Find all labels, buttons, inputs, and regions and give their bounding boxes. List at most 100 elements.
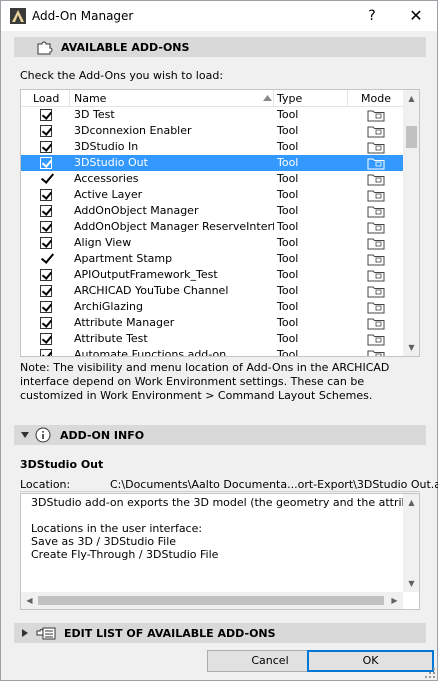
help-button[interactable]: ? bbox=[355, 3, 389, 29]
column-divider bbox=[273, 90, 274, 107]
column-type[interactable]: Type bbox=[277, 92, 302, 105]
mode-folder-icon[interactable] bbox=[367, 140, 385, 154]
addons-rows: 3D Test Tool 3Dconnexion Enabler Tool 3DStud… bbox=[21, 107, 403, 357]
expand-arrow-icon bbox=[22, 629, 28, 637]
load-checkbox[interactable] bbox=[40, 349, 52, 356]
addon-name: ArchiGlazing bbox=[74, 300, 143, 313]
addon-type: Tool bbox=[277, 284, 299, 297]
load-checkbox[interactable] bbox=[40, 285, 52, 297]
window-title: Add-On Manager bbox=[32, 9, 134, 23]
addon-row[interactable]: Apartment Stamp Tool bbox=[21, 251, 403, 267]
load-checkbox[interactable] bbox=[40, 237, 52, 249]
mode-folder-icon[interactable] bbox=[367, 252, 385, 266]
load-checkbox[interactable] bbox=[40, 205, 52, 217]
addon-row[interactable]: AddOnObject Manager ReserveInterf... Tool bbox=[21, 219, 403, 235]
addons-list[interactable]: Load Name Type Mode 3D Test Tool 3Dconnexi… bbox=[20, 89, 420, 357]
addon-type: Tool bbox=[277, 220, 299, 233]
column-divider bbox=[69, 90, 70, 107]
addon-row[interactable]: ARCHICAD YouTube Channel Tool bbox=[21, 283, 403, 299]
scroll-thumb[interactable] bbox=[38, 596, 384, 605]
addon-name: APIOutputFramework_Test bbox=[74, 268, 218, 281]
scroll-left-arrow-icon[interactable]: ◀ bbox=[21, 592, 38, 609]
mode-folder-icon[interactable] bbox=[367, 108, 385, 122]
load-checkbox[interactable] bbox=[40, 317, 52, 329]
addon-name: 3DStudio In bbox=[74, 140, 139, 153]
mode-folder-icon[interactable] bbox=[367, 156, 385, 170]
load-checkbox[interactable] bbox=[40, 125, 52, 137]
mode-folder-icon[interactable] bbox=[367, 124, 385, 138]
mode-folder-icon[interactable] bbox=[367, 188, 385, 202]
addon-name: AddOnObject Manager ReserveInterf... bbox=[74, 220, 274, 233]
mode-folder-icon[interactable] bbox=[367, 268, 385, 282]
addon-description-box[interactable]: 3DStudio add-on exports the 3D model (th… bbox=[20, 493, 420, 610]
addon-row[interactable]: Align View Tool bbox=[21, 235, 403, 251]
mode-folder-icon[interactable] bbox=[367, 172, 385, 186]
load-checkbox[interactable] bbox=[40, 157, 52, 169]
addon-row[interactable]: 3D Test Tool bbox=[21, 107, 403, 123]
scroll-down-arrow-icon[interactable]: ▼ bbox=[403, 339, 419, 356]
addon-info-title: ADD-ON INFO bbox=[60, 428, 145, 442]
scroll-up-arrow-icon[interactable]: ▲ bbox=[403, 90, 419, 107]
load-checkbox[interactable] bbox=[40, 333, 52, 345]
edit-list-header[interactable]: EDIT LIST OF AVAILABLE ADD-ONS bbox=[14, 623, 426, 643]
addon-row[interactable]: Active Layer Tool bbox=[21, 187, 403, 203]
resize-grip-icon[interactable] bbox=[425, 668, 435, 678]
addon-name: Automate Functions add-on bbox=[74, 348, 227, 357]
addon-type: Tool bbox=[277, 140, 299, 153]
load-checkbox[interactable] bbox=[40, 269, 52, 281]
list-scrollbar[interactable]: ▲ ▼ bbox=[403, 90, 419, 356]
loaded-checkmark-icon[interactable] bbox=[41, 252, 53, 264]
load-checkbox[interactable] bbox=[40, 221, 52, 233]
scroll-thumb[interactable] bbox=[406, 126, 417, 148]
available-addons-header[interactable]: AVAILABLE ADD-ONS bbox=[14, 37, 426, 57]
addon-name: Align View bbox=[74, 236, 132, 249]
addon-row[interactable]: AddOnObject Manager Tool bbox=[21, 203, 403, 219]
ok-button[interactable]: OK bbox=[307, 650, 434, 672]
load-instruction: Check the Add-Ons you wish to load: bbox=[20, 69, 224, 82]
addon-row[interactable]: Automate Functions add-on Tool bbox=[21, 347, 403, 357]
puzzle-icon bbox=[37, 41, 53, 55]
column-mode[interactable]: Mode bbox=[361, 92, 391, 105]
info-icon bbox=[35, 427, 51, 443]
addon-row[interactable]: 3DStudio In Tool bbox=[21, 139, 403, 155]
load-checkbox[interactable] bbox=[40, 109, 52, 121]
addon-row[interactable]: ArchiGlazing Tool bbox=[21, 299, 403, 315]
addon-row[interactable]: 3Dconnexion Enabler Tool bbox=[21, 123, 403, 139]
addon-row[interactable]: Attribute Manager Tool bbox=[21, 315, 403, 331]
edit-list-title: EDIT LIST OF AVAILABLE ADD-ONS bbox=[64, 626, 276, 640]
mode-folder-icon[interactable] bbox=[367, 316, 385, 330]
close-button[interactable]: ✕ bbox=[399, 3, 433, 29]
mode-folder-icon[interactable] bbox=[367, 332, 385, 346]
collapse-arrow-icon bbox=[21, 432, 29, 438]
addon-row[interactable]: Accessories Tool bbox=[21, 171, 403, 187]
addon-info-header[interactable]: ADD-ON INFO bbox=[14, 425, 426, 445]
addon-description: 3DStudio add-on exports the 3D model (th… bbox=[31, 496, 419, 561]
addon-row[interactable]: Attribute Test Tool bbox=[21, 331, 403, 347]
description-horizontal-scrollbar[interactable]: ◀ ▶ bbox=[21, 592, 403, 609]
load-checkbox[interactable] bbox=[40, 189, 52, 201]
mode-folder-icon[interactable] bbox=[367, 300, 385, 314]
loaded-checkmark-icon[interactable] bbox=[41, 172, 53, 184]
edit-list-icon bbox=[36, 627, 56, 640]
column-load[interactable]: Load bbox=[33, 92, 59, 105]
load-checkbox[interactable] bbox=[40, 141, 52, 153]
column-name[interactable]: Name bbox=[74, 92, 106, 105]
mode-folder-icon[interactable] bbox=[367, 284, 385, 298]
scroll-up-arrow-icon[interactable]: ▲ bbox=[403, 494, 419, 511]
addon-name: ARCHICAD YouTube Channel bbox=[74, 284, 229, 297]
addon-name: Attribute Manager bbox=[74, 316, 175, 329]
archicad-app-icon bbox=[10, 8, 26, 24]
mode-folder-icon[interactable] bbox=[367, 204, 385, 218]
addon-row[interactable]: APIOutputFramework_Test Tool bbox=[21, 267, 403, 283]
scroll-down-arrow-icon[interactable]: ▼ bbox=[403, 575, 419, 592]
mode-folder-icon[interactable] bbox=[367, 220, 385, 234]
description-vertical-scrollbar[interactable]: ▲ ▼ bbox=[403, 494, 419, 592]
addon-name: Attribute Test bbox=[74, 332, 148, 345]
scroll-right-arrow-icon[interactable]: ▶ bbox=[386, 592, 403, 609]
addon-row[interactable]: 3DStudio Out Tool bbox=[21, 155, 403, 171]
mode-folder-icon[interactable] bbox=[367, 236, 385, 250]
mode-folder-icon[interactable] bbox=[367, 348, 385, 357]
load-checkbox[interactable] bbox=[40, 301, 52, 313]
addon-name: AddOnObject Manager bbox=[74, 204, 199, 217]
addon-type: Tool bbox=[277, 332, 299, 345]
